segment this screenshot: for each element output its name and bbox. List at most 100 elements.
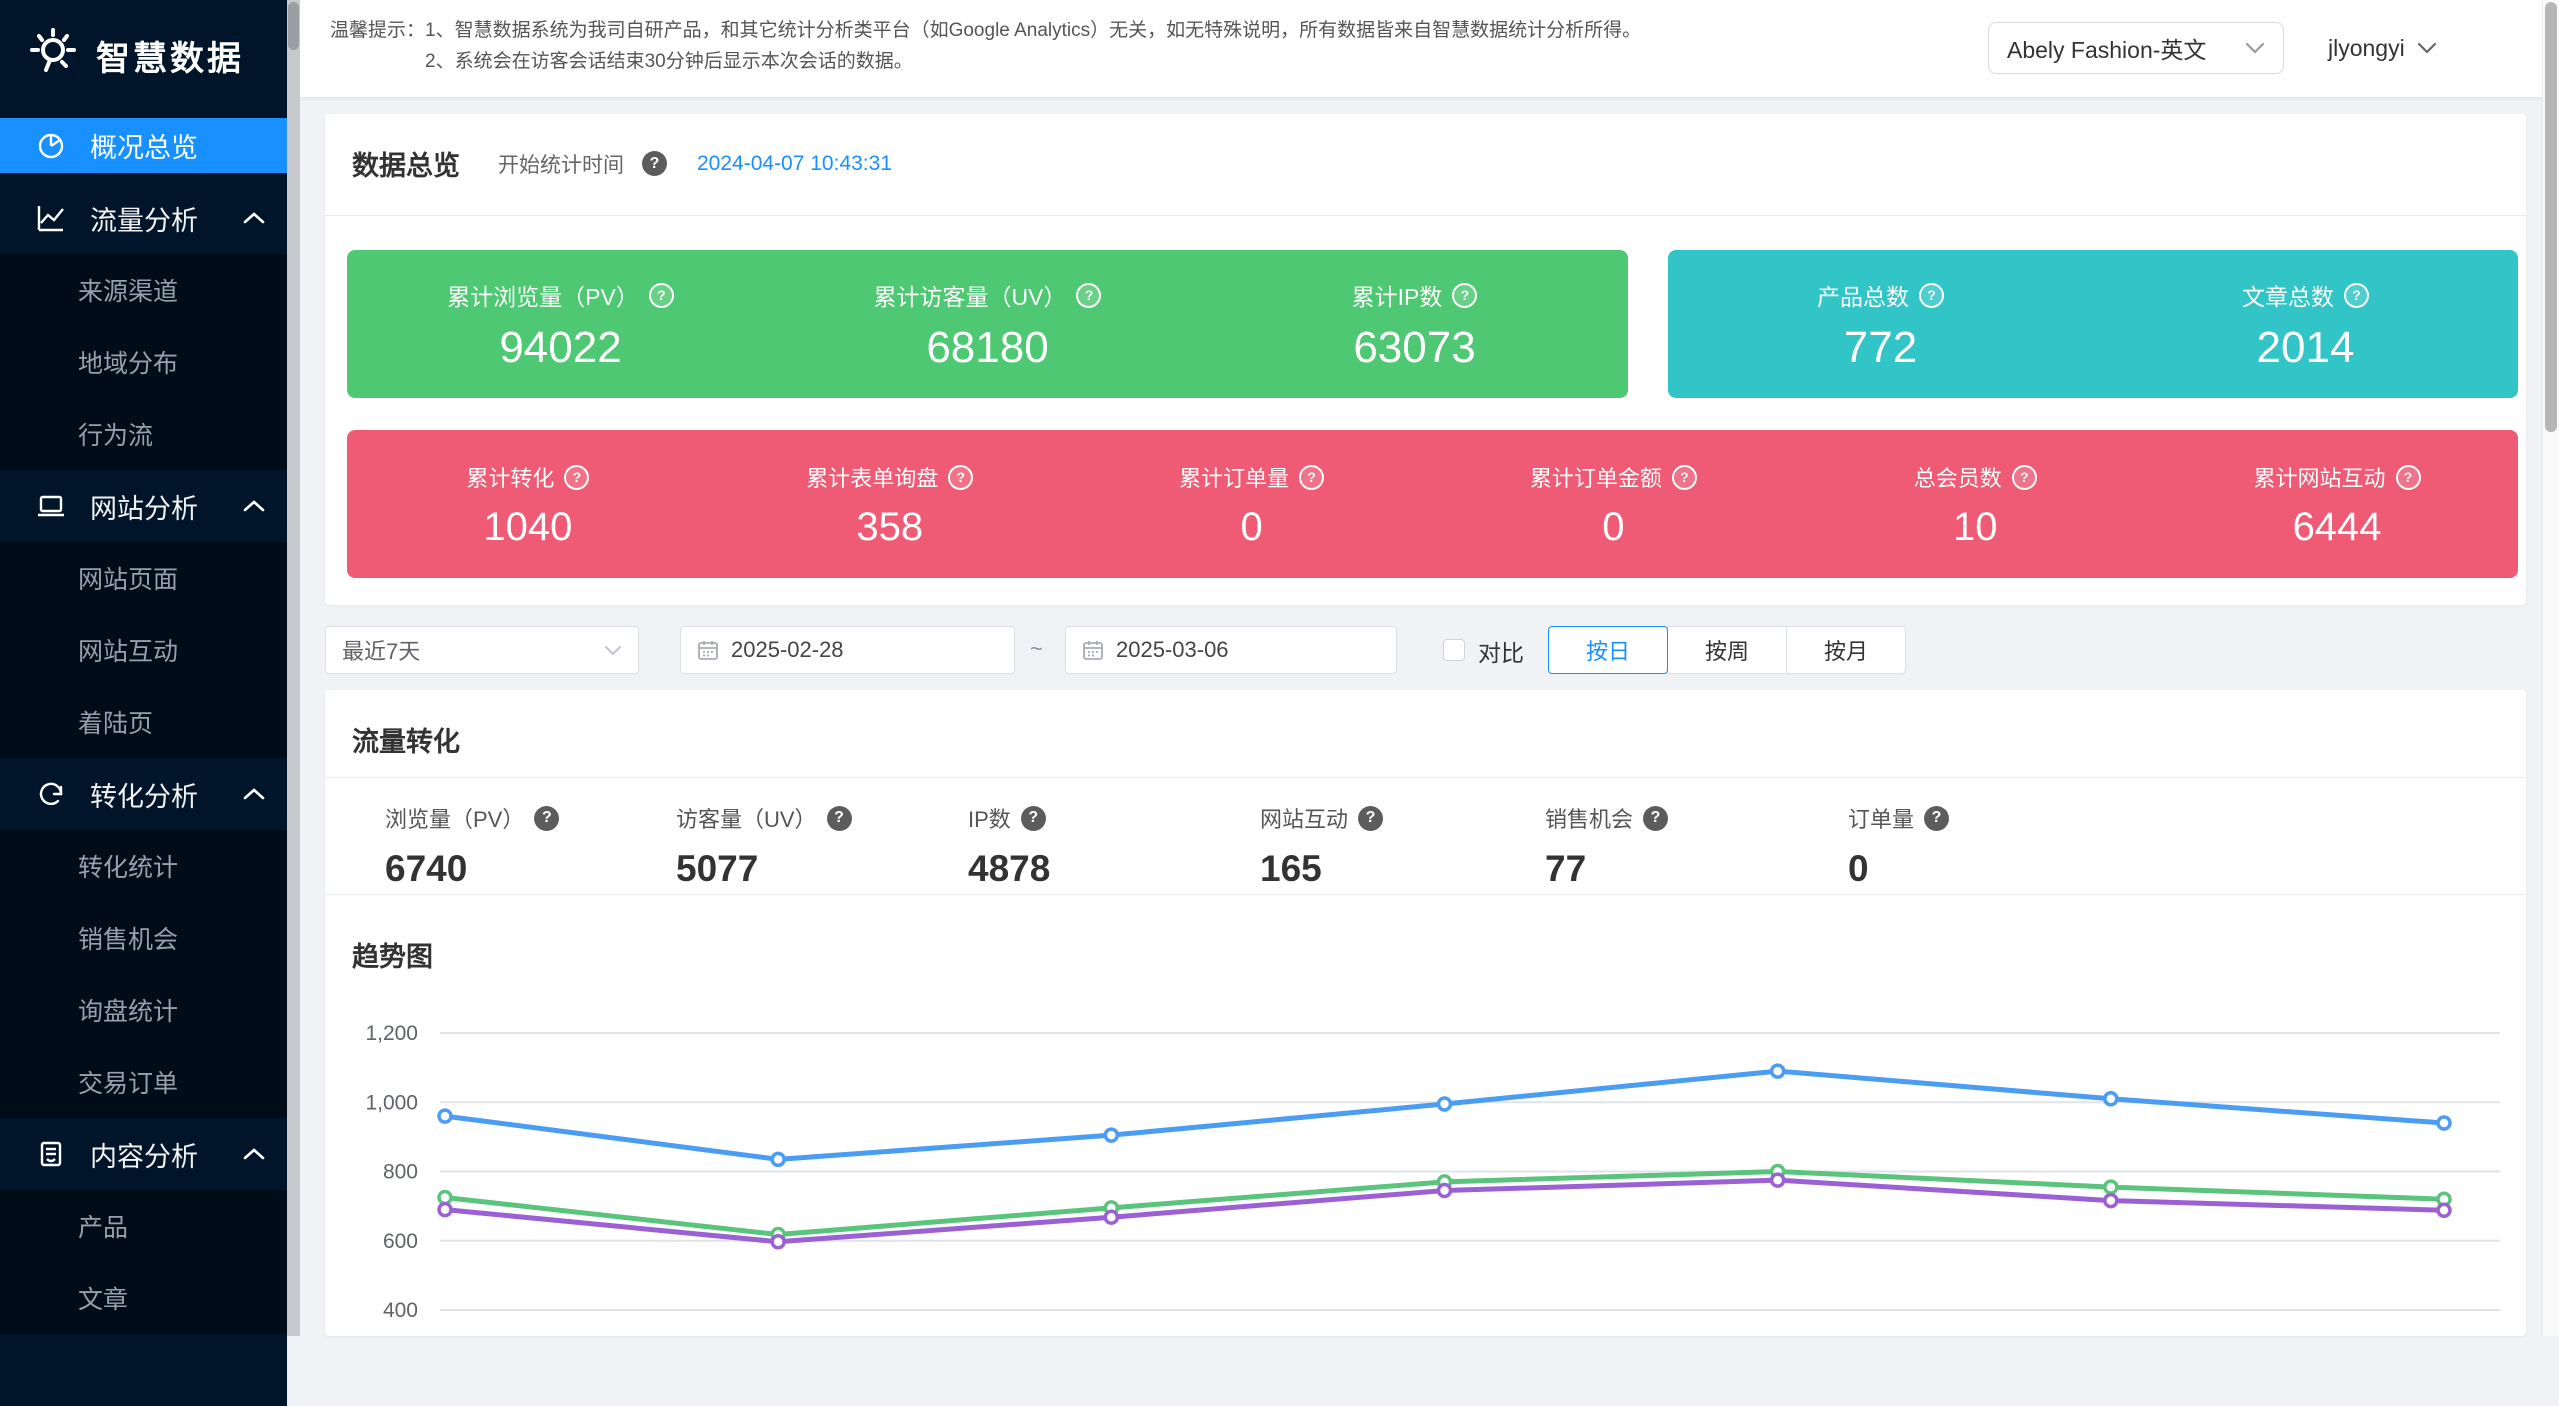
sidebar-item-landing-page[interactable]: 着陆页 (0, 686, 287, 758)
sidebar-item-source-channel[interactable]: 来源渠道 (0, 254, 287, 326)
sidebar-item-site-pages[interactable]: 网站页面 (0, 542, 287, 614)
date-range-select[interactable]: 最近7天 (325, 626, 639, 674)
svg-text:1,200: 1,200 (365, 1022, 418, 1045)
compare-checkbox[interactable] (1443, 639, 1465, 661)
sidebar-group-next-partial[interactable] (0, 1334, 287, 1406)
chevron-up-icon (243, 787, 265, 801)
stat-label: 累计访客量（UV） (874, 278, 1067, 312)
conv-stat-uv: 访客量（UV）? 5077 (676, 802, 852, 887)
line-chart-icon (36, 203, 66, 233)
sidebar-item-articles[interactable]: 文章 (0, 1262, 287, 1334)
sidebar-scrollbar-thumb[interactable] (288, 2, 299, 50)
sidebar-group-label: 流量分析 (90, 199, 219, 238)
sidebar-item-region[interactable]: 地域分布 (0, 326, 287, 398)
stat-label: 订单量 (1848, 802, 1914, 834)
stat-products-total: 产品总数? 772 (1668, 250, 2093, 398)
help-icon[interactable]: ? (1076, 283, 1101, 308)
stat-label: IP数 (968, 802, 1011, 834)
divider (325, 215, 2526, 216)
help-icon[interactable]: ? (1299, 465, 1324, 490)
by-week-button[interactable]: 按周 (1667, 626, 1787, 674)
sidebar-item-trade-orders[interactable]: 交易订单 (0, 1046, 287, 1118)
site-selector[interactable]: Abely Fashion-英文 (1988, 22, 2284, 74)
sidebar-item-inquiry-stats[interactable]: 询盘统计 (0, 974, 287, 1046)
help-icon[interactable]: ? (1924, 806, 1949, 831)
sidebar-group-content[interactable]: 内容分析 (0, 1118, 287, 1190)
stat-label: 累计订单量 (1179, 461, 1289, 493)
sidebar-item-behavior-flow[interactable]: 行为流 (0, 398, 287, 470)
start-date-input[interactable]: 2025-02-28 (680, 626, 1015, 674)
sidebar-item-site-interaction[interactable]: 网站互动 (0, 614, 287, 686)
conv-stat-interaction: 网站互动? 165 (1260, 802, 1383, 887)
help-icon[interactable]: ? (564, 465, 589, 490)
stat-label: 累计IP数 (1352, 278, 1443, 312)
stat-label: 访客量（UV） (676, 802, 817, 834)
laptop-icon (36, 491, 66, 521)
chevron-up-icon (243, 211, 265, 225)
stat-ip-total: 累计IP数? 63073 (1201, 250, 1628, 398)
sidebar-group-traffic[interactable]: 流量分析 (0, 182, 287, 254)
help-icon[interactable]: ? (1452, 283, 1477, 308)
date-range-select-value: 最近7天 (342, 634, 604, 666)
sidebar-item-products[interactable]: 产品 (0, 1190, 287, 1262)
submenu-content: 产品 文章 (0, 1190, 287, 1334)
help-icon[interactable]: ? (2012, 465, 2037, 490)
sidebar-item-sales-leads[interactable]: 销售机会 (0, 902, 287, 974)
document-icon (36, 1139, 66, 1169)
chevron-down-icon (2417, 42, 2437, 54)
by-day-button[interactable]: 按日 (1548, 626, 1668, 674)
stat-value: 94022 (499, 326, 621, 370)
sidebar-group-label: 内容分析 (90, 1135, 219, 1174)
stat-label: 累计转化 (466, 461, 554, 493)
help-icon[interactable]: ? (649, 283, 674, 308)
help-icon[interactable]: ? (1021, 806, 1046, 831)
conv-stat-sales-leads: 销售机会? 77 (1545, 802, 1668, 887)
site-selector-value: Abely Fashion-英文 (2007, 31, 2245, 65)
help-icon[interactable]: ? (1358, 806, 1383, 831)
sidebar-item-conversion-stats[interactable]: 转化统计 (0, 830, 287, 902)
stat-value: 6740 (385, 850, 559, 887)
granularity-button-group: 按日 按周 按月 (1548, 626, 1906, 674)
stat-label: 产品总数 (1817, 278, 1909, 312)
help-icon[interactable]: ? (534, 806, 559, 831)
content-totals-card: 产品总数? 772 文章总数? 2014 (1668, 250, 2518, 398)
notice-prefix: 温馨提示： (330, 15, 425, 77)
app-logo: 智慧数据 (0, 0, 287, 110)
topbar: 温馨提示： 1、智慧数据系统为我司自研产品，和其它统计分析类平台（如Google… (300, 0, 2542, 97)
user-menu[interactable]: jlyongyi (2328, 22, 2437, 74)
compare-label: 对比 (1478, 634, 1524, 668)
stat-pv-total: 累计浏览量（PV）? 94022 (347, 250, 774, 398)
divider (325, 894, 2526, 895)
help-icon[interactable]: ? (1919, 283, 1944, 308)
start-time-label: 开始统计时间 (498, 149, 624, 179)
page-scrollbar[interactable] (2542, 0, 2559, 1336)
divider (325, 777, 2526, 778)
stat-value: 1040 (483, 507, 572, 547)
help-icon[interactable]: ? (2396, 465, 2421, 490)
stat-order-amount-total: 累计订单金额? 0 (1432, 430, 1794, 578)
system-notice: 温馨提示： 1、智慧数据系统为我司自研产品，和其它统计分析类平台（如Google… (330, 15, 1641, 77)
by-month-button[interactable]: 按月 (1786, 626, 1906, 674)
help-icon[interactable]: ? (2344, 283, 2369, 308)
help-icon[interactable]: ? (1643, 806, 1668, 831)
chevron-up-icon (243, 1147, 265, 1161)
end-date-input[interactable]: 2025-03-06 (1065, 626, 1397, 674)
sidebar-item-overview[interactable]: 概况总览 (0, 118, 287, 173)
help-icon[interactable]: ? (948, 465, 973, 490)
sidebar-group-label: 转化分析 (90, 775, 219, 814)
trend-chart-title: 趋势图 (352, 935, 433, 974)
stat-label: 网站互动 (1260, 802, 1348, 834)
page-scrollbar-thumb[interactable] (2545, 2, 2557, 432)
stat-value: 63073 (1353, 326, 1475, 370)
chevron-down-icon (2245, 42, 2265, 54)
svg-text:600: 600 (383, 1230, 418, 1253)
help-icon[interactable]: ? (642, 151, 667, 176)
help-icon[interactable]: ? (1672, 465, 1697, 490)
sidebar-group-website[interactable]: 网站分析 (0, 470, 287, 542)
chevron-up-icon (243, 499, 265, 513)
sidebar-menu: 概况总览 流量分析 来源渠道 地域分布 行为流 网站分析 网站页面 网站互动 着 (0, 110, 287, 1406)
help-icon[interactable]: ? (827, 806, 852, 831)
conv-stat-ip: IP数? 4878 (968, 802, 1050, 887)
sidebar-scrollbar[interactable] (287, 0, 300, 1336)
sidebar-group-conversion[interactable]: 转化分析 (0, 758, 287, 830)
